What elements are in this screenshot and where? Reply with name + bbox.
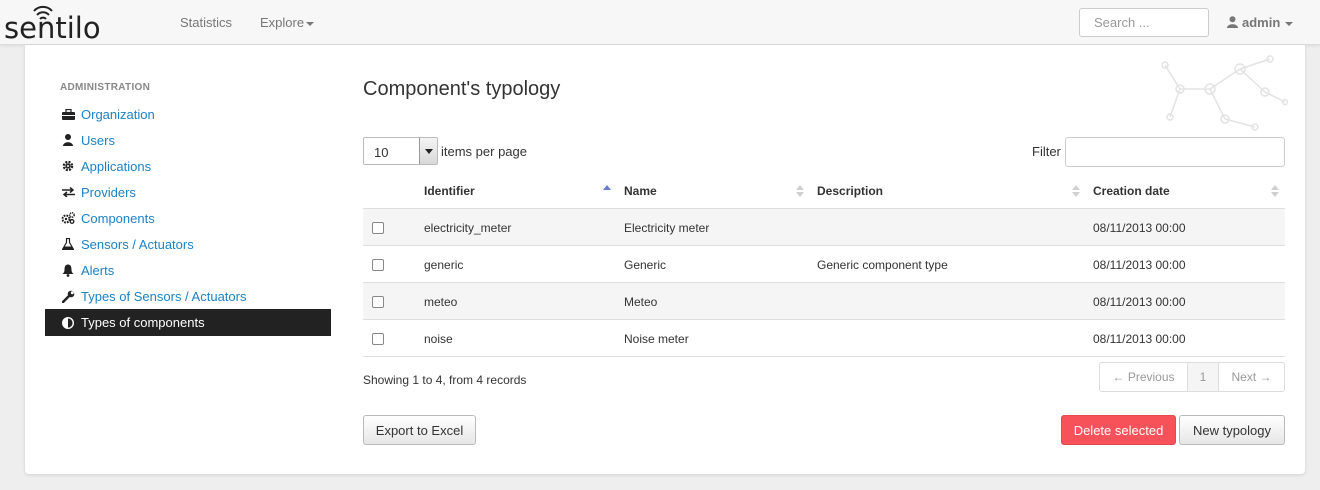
sidebar-item-label: Types of components <box>81 315 205 330</box>
cell-identifier: electricity_meter <box>424 221 512 235</box>
sidebar-item-types-components[interactable]: Types of components <box>45 309 331 336</box>
table-row[interactable]: generic Generic Generic component type 0… <box>363 246 1285 283</box>
table-row[interactable]: electricity_meter Electricity meter 08/1… <box>363 209 1285 246</box>
cell-creation-date: 08/11/2013 00:00 <box>1093 258 1186 272</box>
gear-icon <box>61 159 75 173</box>
row-checkbox[interactable] <box>372 296 384 308</box>
user-name: admin <box>1242 15 1281 30</box>
sidebar-item-label: Sensors / Actuators <box>81 236 194 252</box>
sidebar-item-organization[interactable]: Organization <box>45 101 331 127</box>
network-decoration-icon <box>1161 55 1289 131</box>
caret-down-icon <box>1285 21 1294 26</box>
sidebar-item-label: Providers <box>81 184 136 200</box>
cell-creation-date: 08/11/2013 00:00 <box>1093 295 1186 309</box>
top-navbar: sentilo Statistics Explore admin <box>0 0 1320 45</box>
bell-icon <box>61 263 75 277</box>
page-length-value: 10 <box>374 145 389 160</box>
export-excel-button[interactable]: Export to Excel <box>363 415 476 445</box>
nav-explore[interactable]: Explore <box>260 15 315 30</box>
sidebar-item-sensors[interactable]: Sensors / Actuators <box>45 231 331 257</box>
search-input[interactable] <box>1079 8 1209 37</box>
column-header-creation-date[interactable]: Creation date <box>1093 184 1170 198</box>
sort-both-icon[interactable] <box>1072 184 1080 198</box>
row-checkbox[interactable] <box>372 333 384 345</box>
sort-both-icon[interactable] <box>1271 184 1279 198</box>
cell-name: Generic <box>624 258 667 272</box>
sidebar-item-applications[interactable]: Applications <box>45 153 331 179</box>
sidebar-item-label: Users <box>81 132 115 148</box>
row-checkbox[interactable] <box>372 222 384 234</box>
table-row[interactable]: meteo Meteo 08/11/2013 00:00 <box>363 283 1285 320</box>
sidebar-item-label: Organization <box>81 106 155 122</box>
sort-asc-icon[interactable] <box>603 184 611 198</box>
dropdown-arrow-icon[interactable] <box>419 138 437 164</box>
flask-icon <box>61 237 75 251</box>
nav-explore-label: Explore <box>260 15 305 30</box>
exchange-icon <box>61 185 75 199</box>
page-number-button[interactable]: 1 <box>1188 363 1219 391</box>
sidebar-header: ADMINISTRATION <box>60 82 151 93</box>
sentilo-logo[interactable]: sentilo <box>4 2 144 42</box>
sidebar-item-label: Alerts <box>81 262 115 278</box>
table-row[interactable]: noise Noise meter 08/11/2013 00:00 <box>363 320 1285 357</box>
page-length-label: items per page <box>441 144 527 159</box>
next-page-button[interactable]: Next → <box>1219 363 1284 391</box>
filter-label: Filter <box>1032 144 1061 159</box>
logo-text: sentilo <box>4 11 101 42</box>
cell-name: Meteo <box>624 295 658 309</box>
sidebar-item-components[interactable]: Components <box>45 205 331 231</box>
row-checkbox[interactable] <box>372 259 384 271</box>
sidebar-item-users[interactable]: Users <box>45 127 331 153</box>
user-menu[interactable]: admin <box>1227 15 1294 30</box>
gears-icon <box>61 211 75 225</box>
pagination: ← Previous 1 Next → <box>1099 362 1285 392</box>
briefcase-icon <box>61 107 75 121</box>
cell-name: Electricity meter <box>624 221 710 235</box>
sidebar-item-label: Types of Sensors / Actuators <box>81 288 247 304</box>
user-icon <box>61 133 75 147</box>
column-header-description[interactable]: Description <box>817 184 883 198</box>
sort-both-icon[interactable] <box>796 184 804 198</box>
user-icon <box>1227 16 1238 28</box>
cell-creation-date: 08/11/2013 00:00 <box>1093 332 1186 346</box>
cell-identifier: meteo <box>424 295 458 309</box>
cell-description: Generic component type <box>817 258 948 272</box>
filter-input[interactable] <box>1065 137 1285 167</box>
cell-identifier: noise <box>424 332 453 346</box>
cell-identifier: generic <box>424 258 464 272</box>
wrench-icon <box>61 289 75 303</box>
column-header-name[interactable]: Name <box>624 184 657 198</box>
cell-creation-date: 08/11/2013 00:00 <box>1093 221 1186 235</box>
sidebar-item-label: Components <box>81 210 155 226</box>
caret-down-icon <box>306 21 315 26</box>
nav-statistics[interactable]: Statistics <box>180 15 232 30</box>
cell-name: Noise meter <box>624 332 689 346</box>
sidebar-item-providers[interactable]: Providers <box>45 179 331 205</box>
new-typology-button[interactable]: New typology <box>1179 415 1285 445</box>
page-title: Component's typology <box>363 78 561 100</box>
column-header-identifier[interactable]: Identifier <box>424 184 475 198</box>
page-length-select[interactable]: 10 <box>363 137 438 165</box>
records-info: Showing 1 to 4, from 4 records <box>363 373 527 387</box>
delete-selected-button[interactable]: Delete selected <box>1061 415 1176 445</box>
adjust-icon <box>61 316 75 330</box>
sidebar-item-types-sensors[interactable]: Types of Sensors / Actuators <box>45 283 331 309</box>
sidebar-item-label: Applications <box>81 158 152 174</box>
sidebar-item-alerts[interactable]: Alerts <box>45 257 331 283</box>
previous-page-button[interactable]: ← Previous <box>1100 363 1188 391</box>
